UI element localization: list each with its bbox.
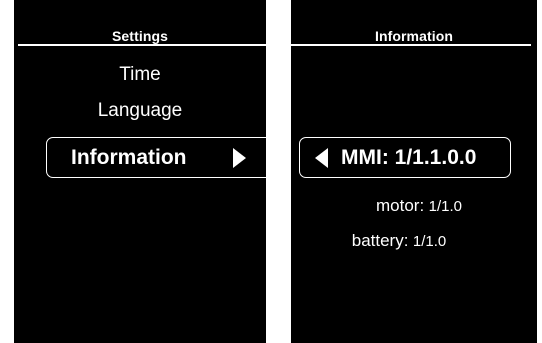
triangle-left-icon	[315, 148, 328, 168]
header-divider	[291, 44, 531, 46]
menu-item-information-selected[interactable]: Information	[46, 137, 266, 178]
battery-info-row: battery: 1/1.0	[291, 231, 537, 251]
settings-header: Settings	[111, 28, 169, 44]
header-divider	[18, 44, 266, 46]
motor-info-row: motor: 1/1.0	[291, 196, 537, 216]
scene: Settings Time Language Information Infor…	[0, 0, 542, 343]
battery-label: battery:	[351, 231, 409, 250]
motor-label: motor:	[375, 196, 425, 215]
mmi-version-selected[interactable]: MMI: 1/1.1.0.0	[299, 137, 511, 178]
menu-item-time[interactable]: Time	[14, 64, 266, 86]
information-header: Information	[374, 28, 454, 44]
motor-value: 1/1.0	[428, 198, 462, 215]
battery-value: 1/1.0	[412, 233, 447, 250]
settings-screen: Settings Time Language Information	[14, 0, 266, 343]
mmi-version-label: MMI: 1/1.1.0.0	[341, 146, 477, 169]
menu-item-language[interactable]: Language	[14, 100, 266, 122]
menu-item-information-label: Information	[71, 146, 187, 169]
triangle-right-icon	[233, 148, 246, 168]
information-screen: Information MMI: 1/1.1.0.0 motor: 1/1.0 …	[291, 0, 537, 343]
